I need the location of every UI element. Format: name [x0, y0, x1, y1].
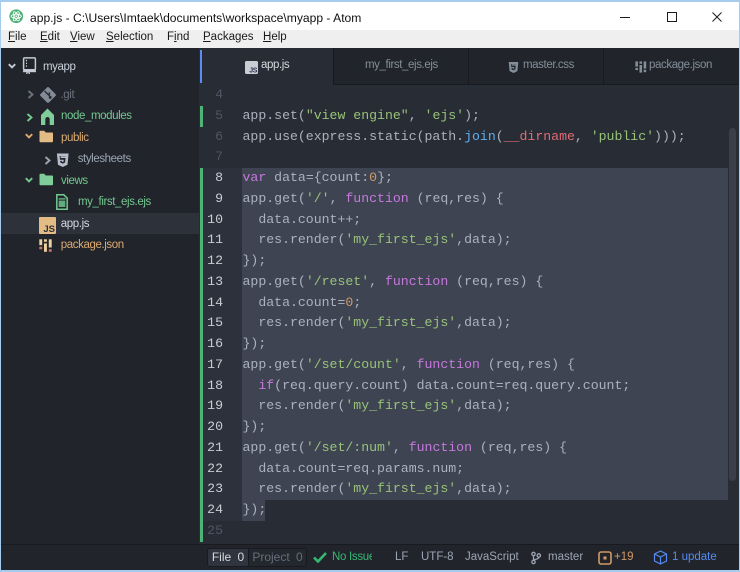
svg-text:JS: JS — [43, 224, 55, 234]
svg-text:JS: JS — [249, 67, 257, 74]
